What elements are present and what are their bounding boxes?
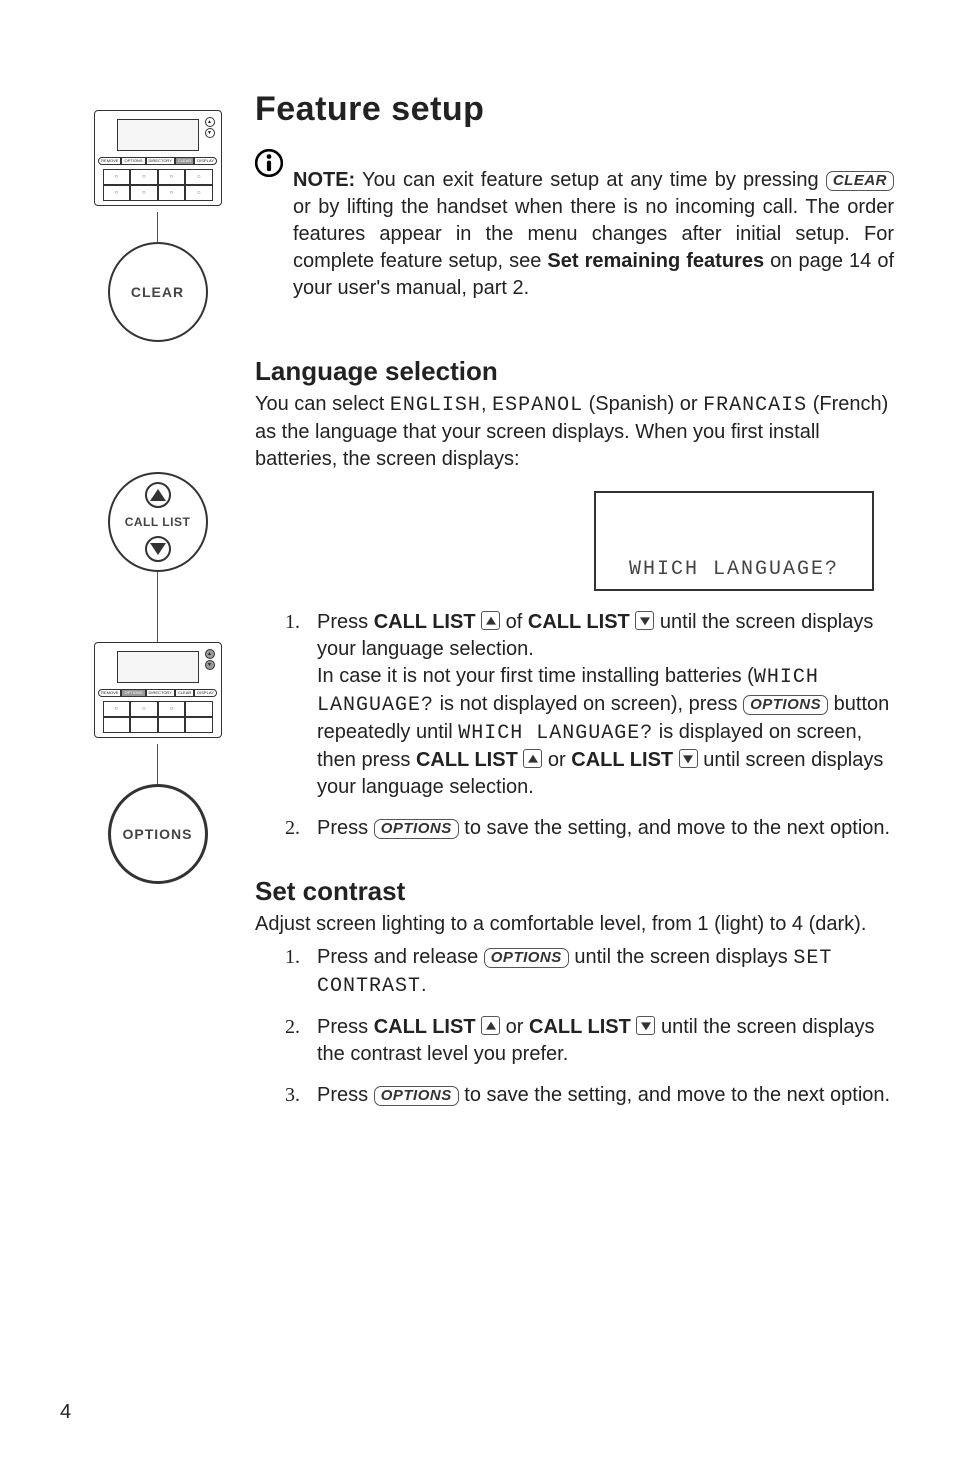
down-arrow-icon	[679, 749, 698, 768]
lang-step-1: Press CALL LIST of CALL LIST until the s…	[285, 609, 894, 801]
options-key-inline: OPTIONS	[374, 819, 459, 839]
language-intro: You can select ENGLISH, ESPANOL (Spanish…	[255, 391, 894, 473]
contrast-step-1: Press and release OPTIONS until the scre…	[285, 944, 894, 1000]
contrast-heading: Set contrast	[255, 876, 894, 907]
down-arrow-icon	[636, 1016, 655, 1035]
phone-diagram: ▲ ▼ REMOVE OPTIONS DIRECTORY CLEAR DISPL…	[94, 110, 222, 206]
clear-button-illustration: CLEAR	[108, 242, 208, 342]
options-button-label: OPTIONS	[122, 826, 192, 842]
figure-device-clear: ▲ ▼ REMOVE OPTIONS DIRECTORY CLEAR DISPL…	[60, 110, 255, 342]
options-button-illustration: OPTIONS	[108, 784, 208, 884]
call-list-label: CALL LIST	[125, 515, 191, 529]
clear-key-inline: CLEAR	[826, 171, 894, 191]
lcd-screen-example: WHICH LANGUAGE?	[594, 491, 874, 591]
contrast-step-2: Press CALL LIST or CALL LIST until the s…	[285, 1014, 894, 1068]
options-key-inline: OPTIONS	[743, 695, 828, 715]
contrast-steps: Press and release OPTIONS until the scre…	[255, 944, 894, 1109]
down-arrow-icon	[635, 611, 654, 630]
lang-step-2: Press OPTIONS to save the setting, and m…	[285, 815, 894, 842]
options-key-inline: OPTIONS	[484, 948, 569, 968]
note-text: NOTE: You can exit feature setup at any …	[293, 167, 894, 302]
options-key-inline: OPTIONS	[374, 1086, 459, 1106]
lcd-screen-text: WHICH LANGUAGE?	[629, 558, 839, 581]
language-steps: Press CALL LIST of CALL LIST until the s…	[255, 609, 894, 842]
call-list-button-illustration: CALL LIST	[108, 472, 208, 572]
note-label: NOTE:	[293, 169, 355, 191]
contrast-step-3: Press OPTIONS to save the setting, and m…	[285, 1082, 894, 1109]
page-title: Feature setup	[255, 90, 894, 129]
contrast-intro: Adjust screen lighting to a comfortable …	[255, 911, 894, 938]
phone-diagram-2: ▲ ▼ REMOVE OPTIONS DIRECTORY CLEAR DISPL…	[94, 642, 222, 738]
figure-device-options: CALL LIST ▲ ▼ REMOVE OPTIONS DIRECTORY C…	[60, 472, 255, 884]
up-arrow-icon	[481, 1016, 500, 1035]
note-block: NOTE: You can exit feature setup at any …	[255, 147, 894, 322]
up-arrow-icon	[481, 611, 500, 630]
language-heading: Language selection	[255, 356, 894, 387]
page-number: 4	[60, 1401, 71, 1424]
clear-button-label: CLEAR	[131, 284, 184, 300]
up-arrow-icon	[523, 749, 542, 768]
info-icon	[255, 149, 283, 182]
